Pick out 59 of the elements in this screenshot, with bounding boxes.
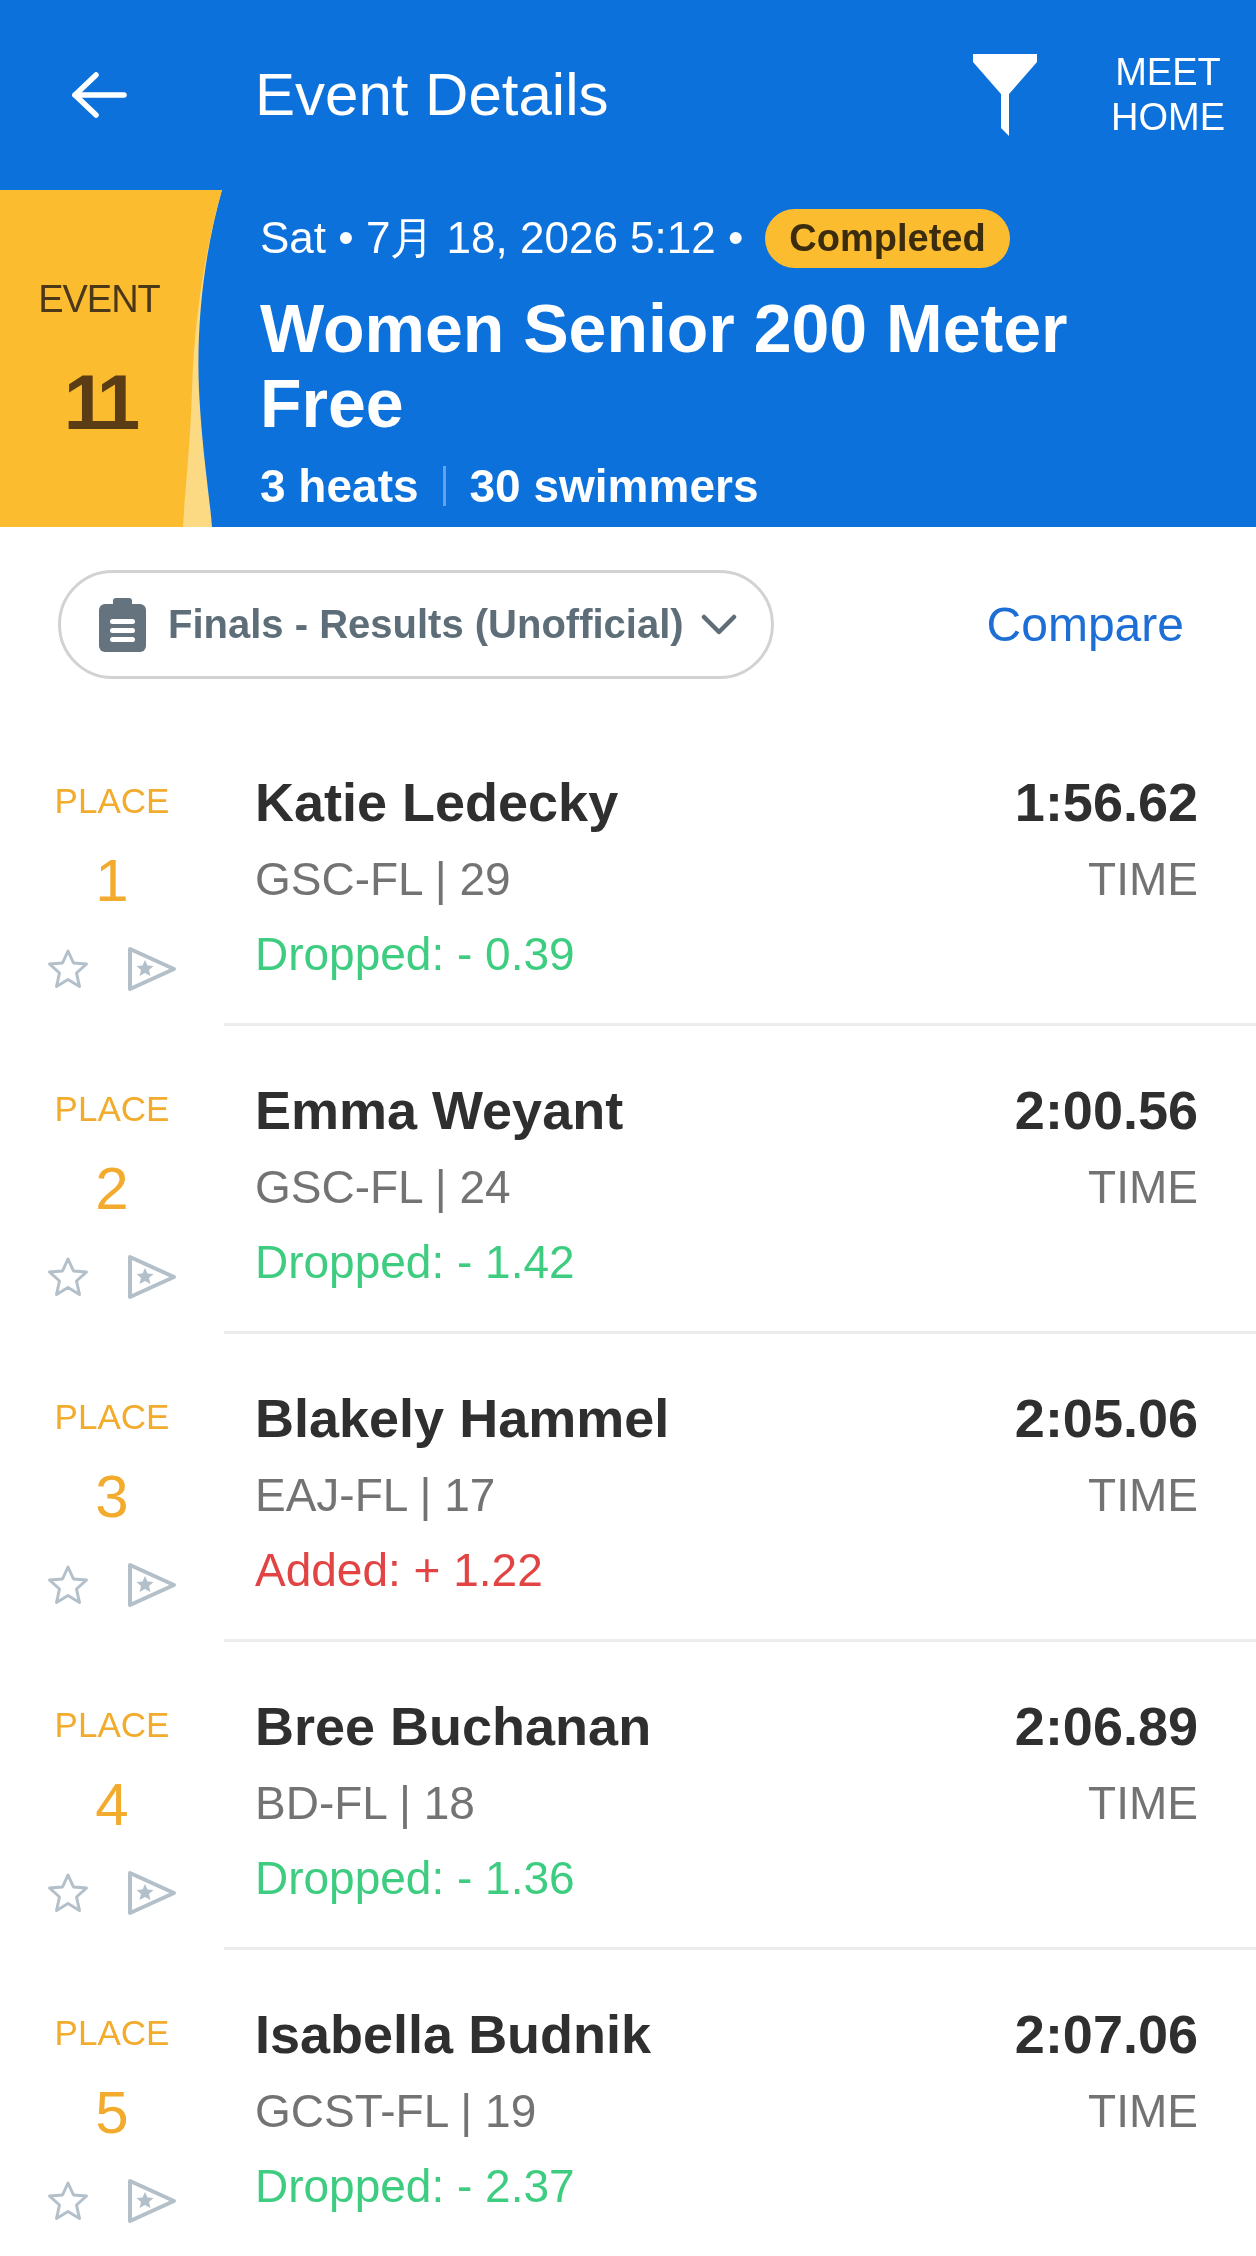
compare-link[interactable]: Compare	[986, 594, 1184, 655]
team-age: BD-FL | 18	[255, 1776, 476, 1831]
swim-time: 2:05.06	[1014, 1387, 1198, 1450]
swimmer-name: Bree Buchanan	[255, 1695, 652, 1758]
page-title: Event Details	[255, 60, 610, 130]
pennant-icon[interactable]	[127, 1254, 177, 1300]
time-change: Dropped: - 1.36	[255, 1851, 576, 1906]
place-label: PLACE	[54, 1704, 170, 1746]
team-age: GSC-FL | 29	[255, 852, 512, 907]
place-number: 4	[95, 1770, 129, 1840]
pennant-icon[interactable]	[127, 1562, 177, 1608]
time-change: Added: + 1.22	[255, 1543, 544, 1598]
swimmer-name: Isabella Budnik	[255, 2003, 652, 2066]
swimmer-name: Emma Weyant	[255, 1079, 624, 1142]
star-icon[interactable]	[47, 1873, 89, 1913]
star-icon[interactable]	[47, 1257, 89, 1297]
place-number: 5	[95, 2078, 129, 2148]
pennant-icon[interactable]	[127, 2178, 177, 2224]
swim-time: 2:06.89	[1014, 1695, 1198, 1758]
time-label: TIME	[1088, 852, 1198, 907]
event-label: EVENT	[38, 277, 160, 322]
swim-time: 1:56.62	[1014, 771, 1198, 834]
swimmer-name: Katie Ledecky	[255, 771, 619, 834]
place-number: 3	[95, 1462, 129, 1532]
chevron-down-icon	[700, 613, 737, 636]
swimmers-count: 30 swimmers	[469, 459, 759, 514]
status-badge: Completed	[765, 208, 1010, 268]
heats-count: 3 heats	[260, 459, 419, 514]
event-date: Sat • 7月 18, 2026 5:12 •	[260, 212, 744, 264]
time-label: TIME	[1088, 1160, 1198, 1215]
place-label: PLACE	[54, 780, 170, 822]
star-icon[interactable]	[47, 2181, 89, 2221]
time-change: Dropped: - 1.42	[255, 1235, 576, 1290]
team-age: GSC-FL | 24	[255, 1160, 512, 1215]
swim-time: 2:00.56	[1014, 1079, 1198, 1142]
team-age: GCST-FL | 19	[255, 2084, 538, 2139]
pennant-icon[interactable]	[127, 946, 177, 992]
swimmer-name: Blakely Hammel	[255, 1387, 670, 1450]
meet-home-button[interactable]: MEET HOME	[1108, 50, 1228, 140]
session-dropdown[interactable]: Finals - Results (Unofficial)	[58, 570, 774, 679]
place-label: PLACE	[54, 1088, 170, 1130]
swim-time: 2:07.06	[1014, 2003, 1198, 2066]
time-label: TIME	[1088, 1776, 1198, 1831]
event-number: 11	[63, 357, 135, 448]
time-label: TIME	[1088, 2084, 1198, 2139]
place-number: 2	[95, 1154, 129, 1224]
team-age: EAJ-FL | 17	[255, 1468, 497, 1523]
time-change: Dropped: - 0.39	[255, 927, 576, 982]
place-label: PLACE	[54, 1396, 170, 1438]
place-label: PLACE	[54, 2012, 170, 2054]
star-icon[interactable]	[47, 949, 89, 989]
clipboard-icon	[99, 597, 146, 652]
star-icon[interactable]	[47, 1565, 89, 1605]
place-number: 1	[95, 846, 129, 916]
event-title: Women Senior 200 Meter Free	[260, 291, 1069, 441]
time-change: Dropped: - 2.37	[255, 2159, 576, 2214]
pennant-icon[interactable]	[127, 1870, 177, 1916]
filter-icon[interactable]	[972, 54, 1038, 136]
time-label: TIME	[1088, 1468, 1198, 1523]
